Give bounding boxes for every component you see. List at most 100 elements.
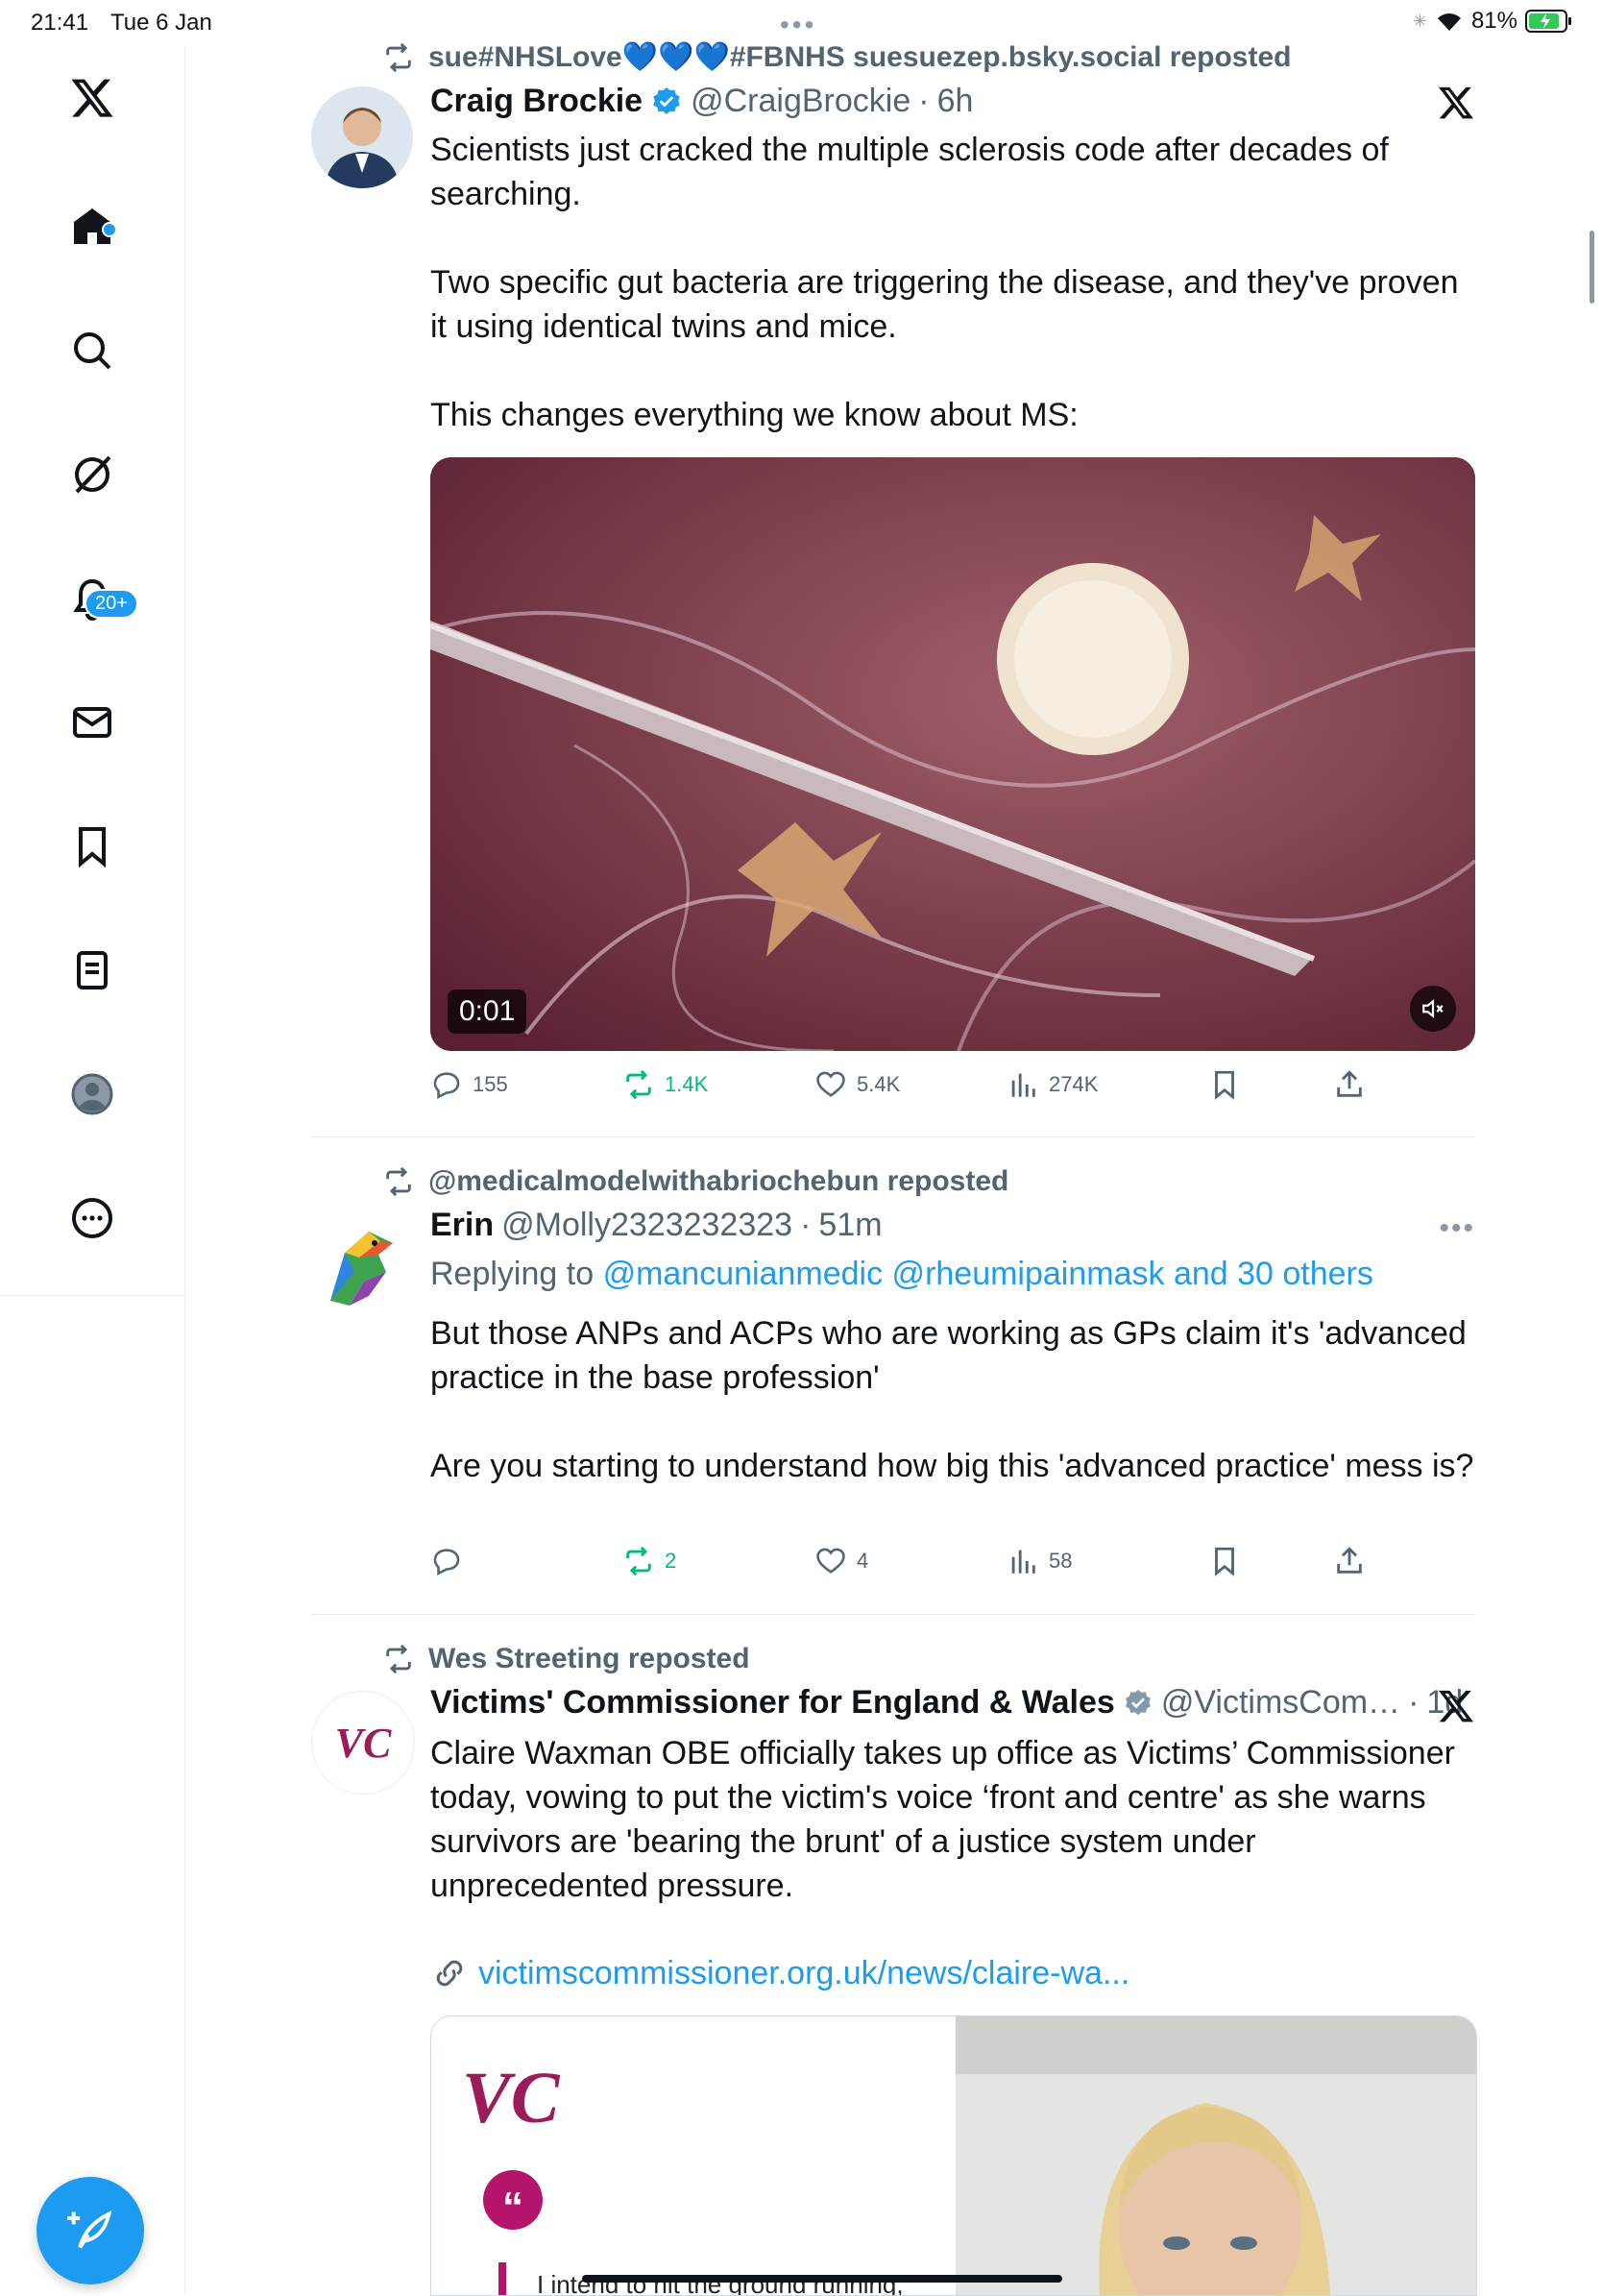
views-button[interactable]: 58 xyxy=(1007,1545,1072,1577)
grok-icon[interactable] xyxy=(61,444,123,505)
link-url[interactable]: victimscommissioner.org.uk/news/claire-w… xyxy=(478,1955,1129,1992)
views-chart-icon xyxy=(1011,1550,1035,1574)
author-handle[interactable]: @CraigBrockie xyxy=(691,83,910,120)
repost-context-text: sue#NHSLove💙💙💙#FBNHS suesuezep.bsky.soci… xyxy=(428,41,1292,73)
tweet-text: Claire Waxman OBE officially takes up of… xyxy=(430,1735,1465,1904)
profile-avatar-icon[interactable] xyxy=(61,1063,123,1125)
verified-badge-grey-icon xyxy=(1125,1689,1151,1715)
compose-post-button[interactable] xyxy=(36,2177,144,2284)
bookmark-button[interactable] xyxy=(1208,1545,1241,1577)
quote-mark-icon: “ xyxy=(483,2170,543,2231)
replying-to-prefix: Replying to xyxy=(430,1256,595,1292)
messages-envelope-icon[interactable] xyxy=(61,692,123,753)
notification-count-badge: 20+ xyxy=(85,589,138,619)
tweet-actions: 2 4 58 xyxy=(430,1545,1475,1587)
avatar[interactable] xyxy=(311,1214,413,1316)
svg-text:VC: VC xyxy=(335,1720,392,1767)
bookmark-icon xyxy=(1215,1547,1234,1576)
avatar[interactable]: VC xyxy=(311,1691,415,1795)
repost-context-text: Wes Streeting reposted xyxy=(428,1643,750,1674)
tweet-header: Victims' Commissioner for England & Wale… xyxy=(430,1684,1463,1722)
share-icon xyxy=(1337,1547,1362,1574)
link-chain-icon xyxy=(436,1960,463,1987)
tweet-header: Craig Brockie @CraigBrockie · 6h xyxy=(430,83,973,120)
repost-context-text: @medicalmodelwithabriochebun reposted xyxy=(428,1165,1009,1197)
repost-context: sue#NHSLove💙💙💙#FBNHS suesuezep.bsky.soci… xyxy=(382,40,1291,74)
like-button[interactable]: 4 xyxy=(814,1545,868,1577)
mute-toggle[interactable] xyxy=(1410,986,1456,1032)
separator-dot: · xyxy=(800,1207,812,1243)
speaker-muted-icon xyxy=(1422,999,1444,1018)
portrait-photo xyxy=(956,2016,1476,2295)
x-logo-icon xyxy=(1439,1690,1473,1722)
separator-dot: · xyxy=(1408,1684,1420,1721)
separator-dot: · xyxy=(918,83,930,119)
like-button[interactable]: 5.4K xyxy=(814,1068,900,1101)
battery-percent: 81% xyxy=(1470,8,1517,34)
tweet-actions: 155 1.4K 5.4K 274K xyxy=(430,1068,1475,1111)
card-photo xyxy=(956,2016,1476,2295)
compose-feather-icon xyxy=(67,2211,112,2249)
tweet-time[interactable]: 51m xyxy=(818,1207,882,1244)
status-bar: 21:41 Tue 6 Jan ••• ✳ 81% xyxy=(0,0,1602,46)
author-handle[interactable]: @Molly2323232323 xyxy=(501,1207,792,1244)
like-count: 4 xyxy=(857,1549,869,1573)
reply-button[interactable] xyxy=(430,1545,473,1577)
card-graphic: VC “ I intend to hit the ground running, xyxy=(431,2016,956,2295)
lists-icon[interactable] xyxy=(61,940,123,1001)
tweet-link[interactable]: victimscommissioner.org.uk/news/claire-w… xyxy=(430,1954,1129,1992)
verified-badge-icon xyxy=(653,86,680,114)
like-count: 5.4K xyxy=(857,1072,901,1096)
status-indicators: ✳ 81% xyxy=(1413,8,1573,35)
home-unread-dot xyxy=(102,222,117,237)
link-preview-card[interactable]: VC “ I intend to hit the ground running, xyxy=(430,2015,1477,2296)
heart-icon xyxy=(816,1548,845,1574)
battery-charging-icon xyxy=(1525,10,1571,33)
vc-logo: VC xyxy=(462,2058,560,2138)
video-thumbnail xyxy=(430,457,1475,1051)
tweet-time[interactable]: 6h xyxy=(937,83,974,120)
share-button[interactable] xyxy=(1333,1068,1366,1101)
share-icon xyxy=(1337,1070,1362,1097)
reply-icon xyxy=(433,1072,460,1099)
author-name[interactable]: Victims' Commissioner for England & Wale… xyxy=(430,1684,1115,1722)
author-name[interactable]: Erin xyxy=(430,1207,494,1244)
repost-icon xyxy=(626,1069,651,1100)
sidebar: 20+ xyxy=(0,46,185,2294)
x-logo-icon[interactable] xyxy=(61,67,123,129)
wifi-icon xyxy=(1437,13,1461,32)
view-count: 58 xyxy=(1049,1549,1073,1573)
repost-button[interactable]: 2 xyxy=(622,1545,676,1577)
more-options-icon[interactable]: ••• xyxy=(1439,1212,1475,1245)
author-handle[interactable]: @VictimsCom… xyxy=(1161,1684,1400,1722)
repost-button[interactable]: 1.4K xyxy=(622,1068,708,1101)
bookmarks-icon[interactable] xyxy=(61,816,123,877)
views-button[interactable]: 274K xyxy=(1007,1068,1098,1101)
status-time: 21:41 xyxy=(31,10,89,36)
video-timestamp: 0:01 xyxy=(448,989,527,1034)
avatar[interactable] xyxy=(311,86,413,188)
replying-to-mentions[interactable]: @mancunianmedic @rheumipainmask and 30 o… xyxy=(603,1256,1373,1292)
quote-bar xyxy=(498,2262,506,2295)
replying-to: Replying to @mancunianmedic @rheumipainm… xyxy=(430,1256,1373,1293)
home-indicator[interactable] xyxy=(582,2275,1062,2283)
more-options-icon[interactable] xyxy=(61,1187,123,1249)
share-button[interactable] xyxy=(1333,1545,1366,1577)
reply-button[interactable]: 155 xyxy=(430,1068,508,1101)
repost-count: 2 xyxy=(665,1549,677,1573)
tweet-text: But those ANPs and ACPs who are working … xyxy=(430,1315,1474,1484)
reply-count: 155 xyxy=(473,1072,508,1096)
repost-icon xyxy=(386,1166,411,1197)
views-chart-icon xyxy=(1011,1073,1035,1097)
author-name[interactable]: Craig Brockie xyxy=(430,83,643,120)
feed-scrollbar[interactable] xyxy=(1590,231,1594,304)
reply-icon xyxy=(433,1549,460,1575)
multitasking-dots-icon[interactable]: ••• xyxy=(780,10,816,40)
search-icon[interactable] xyxy=(61,320,123,381)
bookmark-button[interactable] xyxy=(1208,1068,1241,1101)
repost-context: @medicalmodelwithabriochebun reposted xyxy=(382,1165,1008,1198)
bookmark-icon xyxy=(1215,1070,1234,1100)
repost-context: Wes Streeting reposted xyxy=(382,1643,750,1675)
x-logo-icon xyxy=(1439,86,1473,119)
tweet-video[interactable]: 0:01 xyxy=(430,457,1475,1051)
